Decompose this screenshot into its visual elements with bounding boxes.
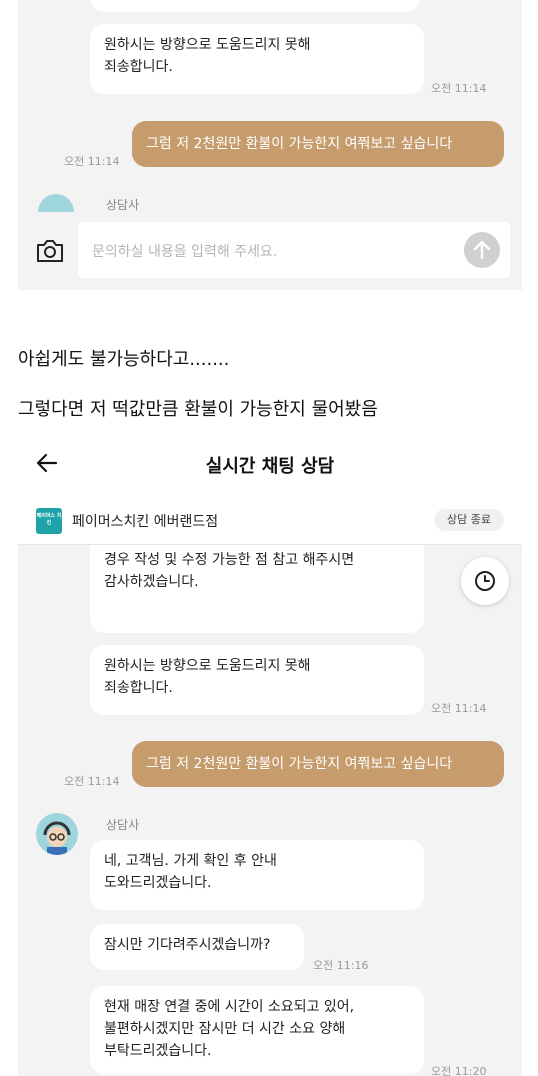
message-input[interactable]: 문의하실 내용을 입력해 주세요. — [78, 222, 510, 278]
chat-bubble-top-partial — [90, 0, 420, 12]
timestamp: 오전 11:14 — [64, 155, 120, 168]
page-title: 실시간 채팅 상담 — [205, 456, 335, 477]
chat-bubble-user: 그럼 저 2천원만 환불이 가능한지 여쭤보고 싶습니다 — [132, 121, 504, 167]
chat-bubble-wait: 잠시만 기다려주시겠습니까? — [90, 924, 304, 970]
chat-bubble-sorry: 원하시는 방향으로 도움드리지 못해 죄송합니다. — [90, 645, 424, 715]
store-logo-text: 페이머스 치킨 — [36, 513, 62, 526]
timestamp: 오전 11:14 — [431, 82, 487, 95]
store-logo: 페이머스 치킨 — [36, 508, 62, 534]
top-chat-panel: 원하시는 방향으로 도움드리지 못해 죄송합니다. 오전 11:14 그럼 저 … — [18, 0, 522, 290]
timestamp: 오전 11:14 — [431, 702, 487, 715]
input-bar: 문의하실 내용을 입력해 주세요. — [18, 212, 522, 290]
send-arrow-icon — [473, 240, 491, 260]
history-button[interactable] — [461, 557, 509, 605]
sender-name: 상담사 — [106, 818, 140, 832]
chat-bubble-delay: 현재 매장 연결 중에 시간이 소요되고 있어, 불편하시겠지만 잠시만 더 시… — [90, 986, 424, 1074]
input-placeholder: 문의하실 내용을 입력해 주세요. — [92, 244, 278, 260]
chat-bubble-sorry: 원하시는 방향으로 도움드리지 못해 죄송합니다. — [90, 24, 424, 94]
camera-icon[interactable] — [34, 236, 66, 266]
chat-bubble-user: 그럼 저 2천원만 환불이 가능한지 여쭤보고 싶습니다 — [132, 741, 504, 787]
chat-bubble-partial: 경우 작성 및 수정 가능한 점 참고 해주시면 감사하겠습니다. — [90, 545, 424, 633]
timestamp: 오전 11:16 — [313, 959, 369, 972]
timestamp: 오전 11:20 — [431, 1065, 487, 1076]
store-name: 페이머스치킨 에버랜드점 — [72, 514, 219, 530]
end-chat-button[interactable]: 상담 종료 — [434, 509, 504, 531]
clock-icon — [475, 571, 495, 591]
chat-bubble-confirm: 네, 고객님. 가게 확인 후 안내 도와드리겠습니다. — [90, 840, 424, 910]
caption-line-2: 그렇다면 저 떡값만큼 환불이 가능한지 물어봤음 — [18, 399, 378, 420]
timestamp: 오전 11:14 — [64, 775, 120, 788]
store-bar: 페이머스 치킨 페이머스치킨 에버랜드점 상담 종료 — [18, 500, 522, 545]
chat-header: 실시간 채팅 상담 — [18, 440, 522, 486]
agent-avatar-icon — [36, 813, 78, 855]
chat-body: 경우 작성 및 수정 가능한 점 참고 해주시면 감사하겠습니다. 원하시는 방… — [18, 545, 522, 1076]
caption-line-1: 아쉽게도 불가능하다고....... — [18, 349, 230, 370]
sender-name: 상담사 — [106, 198, 140, 212]
send-button[interactable] — [464, 232, 500, 268]
